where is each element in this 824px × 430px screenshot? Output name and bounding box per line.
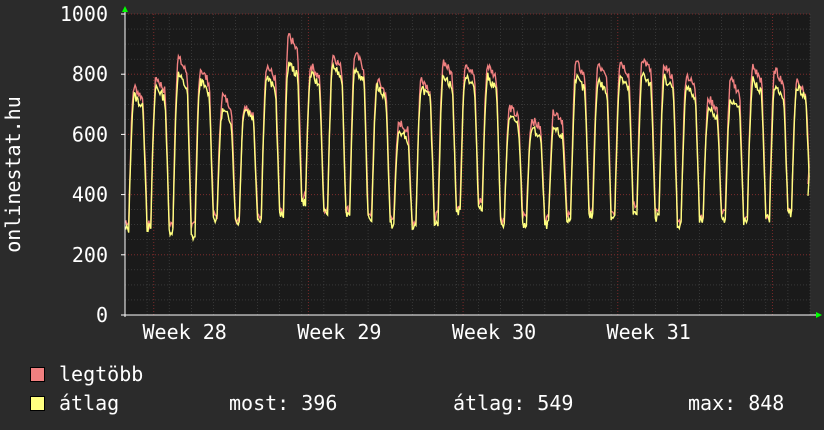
x-axis-arrow: [816, 312, 822, 318]
y-tick-label: 800: [72, 62, 108, 86]
stat-atlag: átlag: 549: [453, 391, 574, 415]
stat-most: most: 396: [229, 391, 338, 415]
x-tick-label: Week 31: [607, 320, 691, 344]
y-tick-label: 200: [72, 243, 108, 267]
legend-avg-swatch: [30, 395, 45, 411]
x-tick-label: Week 28: [143, 320, 227, 344]
y-axis-arrow: [122, 6, 128, 12]
y-tick-label: 0: [96, 303, 108, 327]
traffic-chart: 0 200 400 600 800 1000 Week 28 Week 29 Week 30 We…: [1, 2, 822, 344]
legend-avg-label: átlag: [59, 391, 120, 415]
x-tick-label: Week 29: [297, 320, 381, 344]
stat-max: max: 848: [688, 391, 785, 415]
legend-max: legtöbb: [30, 362, 143, 386]
y-tick-label: 600: [72, 122, 108, 146]
legend-max-label: legtöbb: [59, 362, 144, 386]
legend-avg: átlag: [30, 391, 119, 415]
y-tick-label: 400: [72, 183, 108, 207]
legend-max-swatch: [30, 366, 45, 382]
y-tick-label: 1000: [60, 2, 108, 26]
rrd-graph: 0 200 400 600 800 1000 Week 28 Week 29 Week 30 We…: [0, 0, 824, 430]
y-axis-label: onlinestat.hu: [1, 96, 25, 253]
x-tick-label: Week 30: [452, 320, 536, 344]
